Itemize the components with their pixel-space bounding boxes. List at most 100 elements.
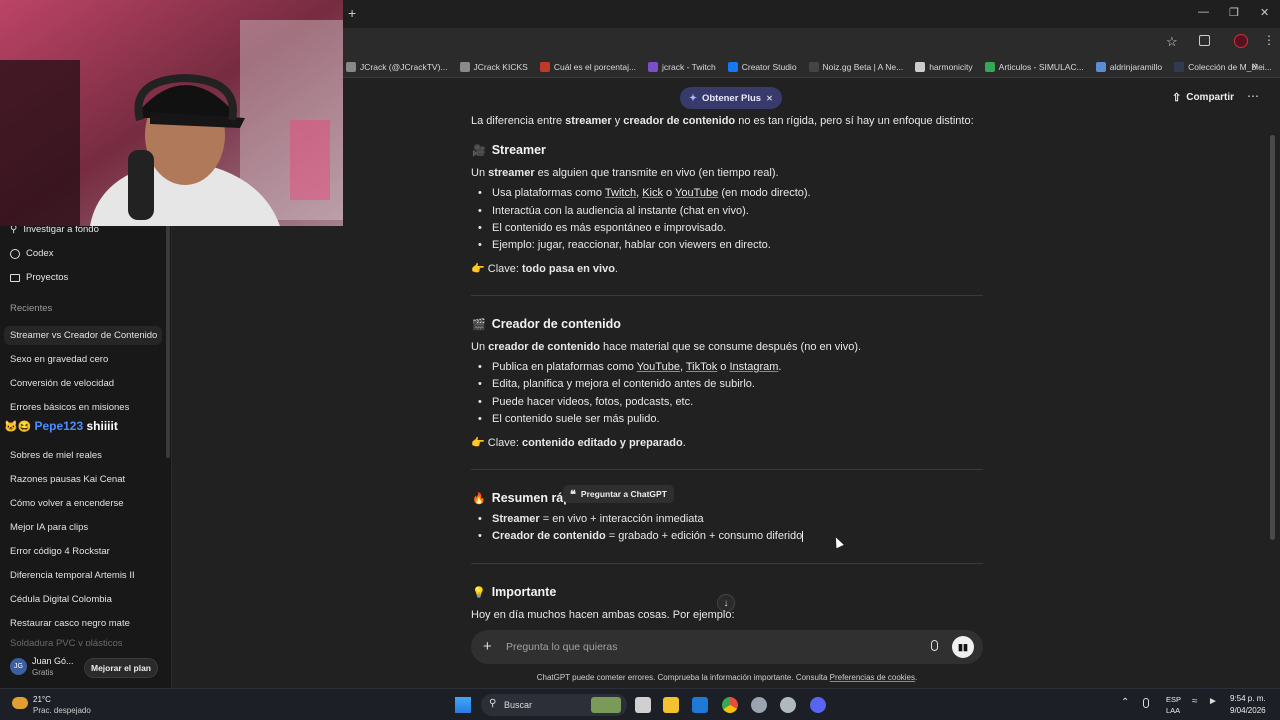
speaker-icon[interactable]: ► [1208,696,1218,707]
bookmark-label: Cuál es el porcentaj... [553,61,637,72]
list-item: Edita, planifica y mejora el contenido a… [478,378,755,390]
youtube-link[interactable]: YouTube [637,361,680,373]
sidebar-item-codex[interactable]: Codex [10,248,53,259]
sidebar-recent-item[interactable]: Streamer vs Creador de Contenido [4,326,162,345]
prompt-input[interactable]: Pregunta lo que quieras [506,641,618,653]
sidebar-scrollbar[interactable] [166,218,170,458]
microphone-icon[interactable] [931,640,938,651]
bookmark-item[interactable]: JCrack KICKS [459,61,528,72]
cookie-preferences-link[interactable]: Preferencias de cookies [830,673,915,682]
sidebar-recent-item[interactable]: Cédula Digital Colombia [10,594,112,605]
user-name[interactable]: Juan Gó... [32,656,74,666]
get-plus-label: Obtener Plus [701,92,762,104]
composer: + Pregunta lo que quieras ▮▮ [471,630,983,664]
bookmark-item[interactable]: aldrinjaramillo [1095,61,1163,72]
overlay-emotes: 🐱😆 [4,421,35,433]
profile-avatar[interactable] [1234,34,1248,48]
sidebar-recent-item[interactable]: Error código 4 Rockstar [10,546,110,557]
sidebar-recent-item[interactable]: Sobres de miel reales [10,450,102,461]
language-code[interactable]: ESP [1166,695,1181,704]
bookmark-item[interactable]: Noiz.gg Beta | A Ne... [808,61,903,72]
bookmark-item[interactable]: jcrack - Twitch [648,61,716,72]
list-item: Streamer = en vivo + interacción inmedia… [478,513,704,525]
importante-lead: Hoy en día muchos hacen ambas cosas. Por… [471,609,735,621]
weather-icon[interactable] [12,697,28,709]
voice-mode-button[interactable]: ▮▮ [952,636,974,658]
bookmark-favicon-icon [727,61,738,72]
clock-time[interactable]: 9:54 p. m. [1230,694,1266,703]
bookmark-item[interactable]: harmonicity [915,61,973,72]
chevron-up-icon[interactable]: ⌃ [1121,697,1129,708]
bookmark-item[interactable]: JCrack (@JCrackTV)... [346,61,448,72]
upgrade-plan-button[interactable]: Mejorar el plan [84,658,158,678]
sidebar-recent-item[interactable]: Restaurar casco negro mate [10,618,130,629]
chrome-icon[interactable] [722,697,738,713]
bookmark-favicon-icon [648,61,659,72]
sidebar-item-proyectos[interactable]: Proyectos [10,272,68,283]
section-heading-creador: 🎬 Creador de contenido [472,317,621,331]
instagram-link[interactable]: Instagram [729,361,778,373]
bookmark-item[interactable]: Creator Studio [727,61,797,72]
twitch-link[interactable]: Twitch [605,187,636,199]
youtube-link[interactable]: YouTube [675,187,718,199]
webcam-feed-image [0,0,343,226]
sidebar-recent-item[interactable]: Razones pausas Kai Cenat [10,474,125,485]
quote-icon: ❝ [570,488,576,501]
windows-start-icon[interactable] [455,697,471,713]
webcam-overlay [0,0,343,226]
bookmark-label: aldrinjaramillo [1109,61,1163,72]
restore-icon[interactable]: ❐ [1229,6,1239,19]
tiktok-link[interactable]: TikTok [686,361,717,373]
bookmark-item[interactable]: Cuál es el porcentaj... [539,61,637,72]
overlay-username: Pepe123 [34,419,84,433]
sidebar-recent-item[interactable]: Sexo en gravedad cero [10,354,108,365]
file-explorer-icon[interactable] [663,697,679,713]
bookmark-label: Colección de M_blei... [1188,61,1272,72]
minimize-icon[interactable]: — [1198,6,1209,18]
more-bookmarks-icon[interactable]: » [1252,60,1258,72]
main-scrollbar[interactable] [1270,135,1275,540]
kick-link[interactable]: Kick [642,187,663,199]
sidebar-item-label: Codex [26,248,54,259]
app-icon[interactable] [780,697,796,713]
share-button[interactable]: ⇧ Compartir [1172,91,1234,104]
taskbar-search[interactable]: ⚲ Buscar [481,694,627,716]
close-window-icon[interactable]: ✕ [1260,6,1269,19]
settings-gear-icon[interactable] [751,697,767,713]
close-icon[interactable]: ✕ [766,94,773,103]
windows-taskbar: 21°C Prac. despejado ⚲ Buscar ⌃ ESP LAA … [0,688,1280,720]
mic-tray-icon[interactable] [1143,698,1149,708]
text-cursor [802,530,804,542]
bookmark-item[interactable]: Articulos - SIMULAC... [984,61,1084,72]
sidebar-recent-item[interactable]: Soldadura PVC y plásticos [10,638,122,646]
sidebar-item-label: Proyectos [26,272,69,283]
task-view-icon[interactable] [635,697,651,713]
section-title: Streamer [491,143,546,157]
more-options-icon[interactable]: ⋯ [1247,89,1259,103]
wifi-icon[interactable]: ≈ [1192,696,1198,707]
list-item: Interactúa con la audiencia al instante … [478,205,749,217]
bookmark-favicon-icon [346,61,356,72]
weather-temp: 21°C [33,695,51,704]
keyboard-layout[interactable]: LAA [1166,706,1180,715]
get-plus-button[interactable]: ✦ Obtener Plus ✕ [680,87,782,109]
bookmark-star-icon[interactable]: ☆ [1166,34,1178,50]
sidebar-recent-item[interactable]: Mejor IA para clips [10,522,88,533]
clock-date[interactable]: 9/04/2026 [1230,706,1266,715]
sidebar-recent-item[interactable]: Diferencia temporal Artemis II [10,570,135,581]
browser-menu-icon[interactable]: ⋮ [1263,33,1275,47]
user-avatar[interactable]: JG [10,658,27,675]
sidebar-recent-item[interactable]: Errores básicos en misiones [10,402,129,413]
extensions-icon[interactable] [1199,35,1210,46]
discord-icon[interactable] [810,697,826,713]
sidebar-recent-item[interactable]: Cómo volver a encenderse [10,498,124,509]
bookmark-label: harmonicity [929,61,973,72]
streamer-lead: Un streamer es alguien que transmite en … [471,167,779,179]
attach-plus-icon[interactable]: + [483,638,492,655]
ask-chatgpt-tooltip[interactable]: ❝ Preguntar a ChatGPT [563,485,674,503]
sidebar-recent-item[interactable]: Conversión de velocidad [10,378,114,389]
outlook-icon[interactable] [692,697,708,713]
list-item: El contenido es más espontáneo e improvi… [478,222,726,234]
share-label: Compartir [1186,92,1235,103]
new-tab-icon[interactable]: + [348,5,356,21]
